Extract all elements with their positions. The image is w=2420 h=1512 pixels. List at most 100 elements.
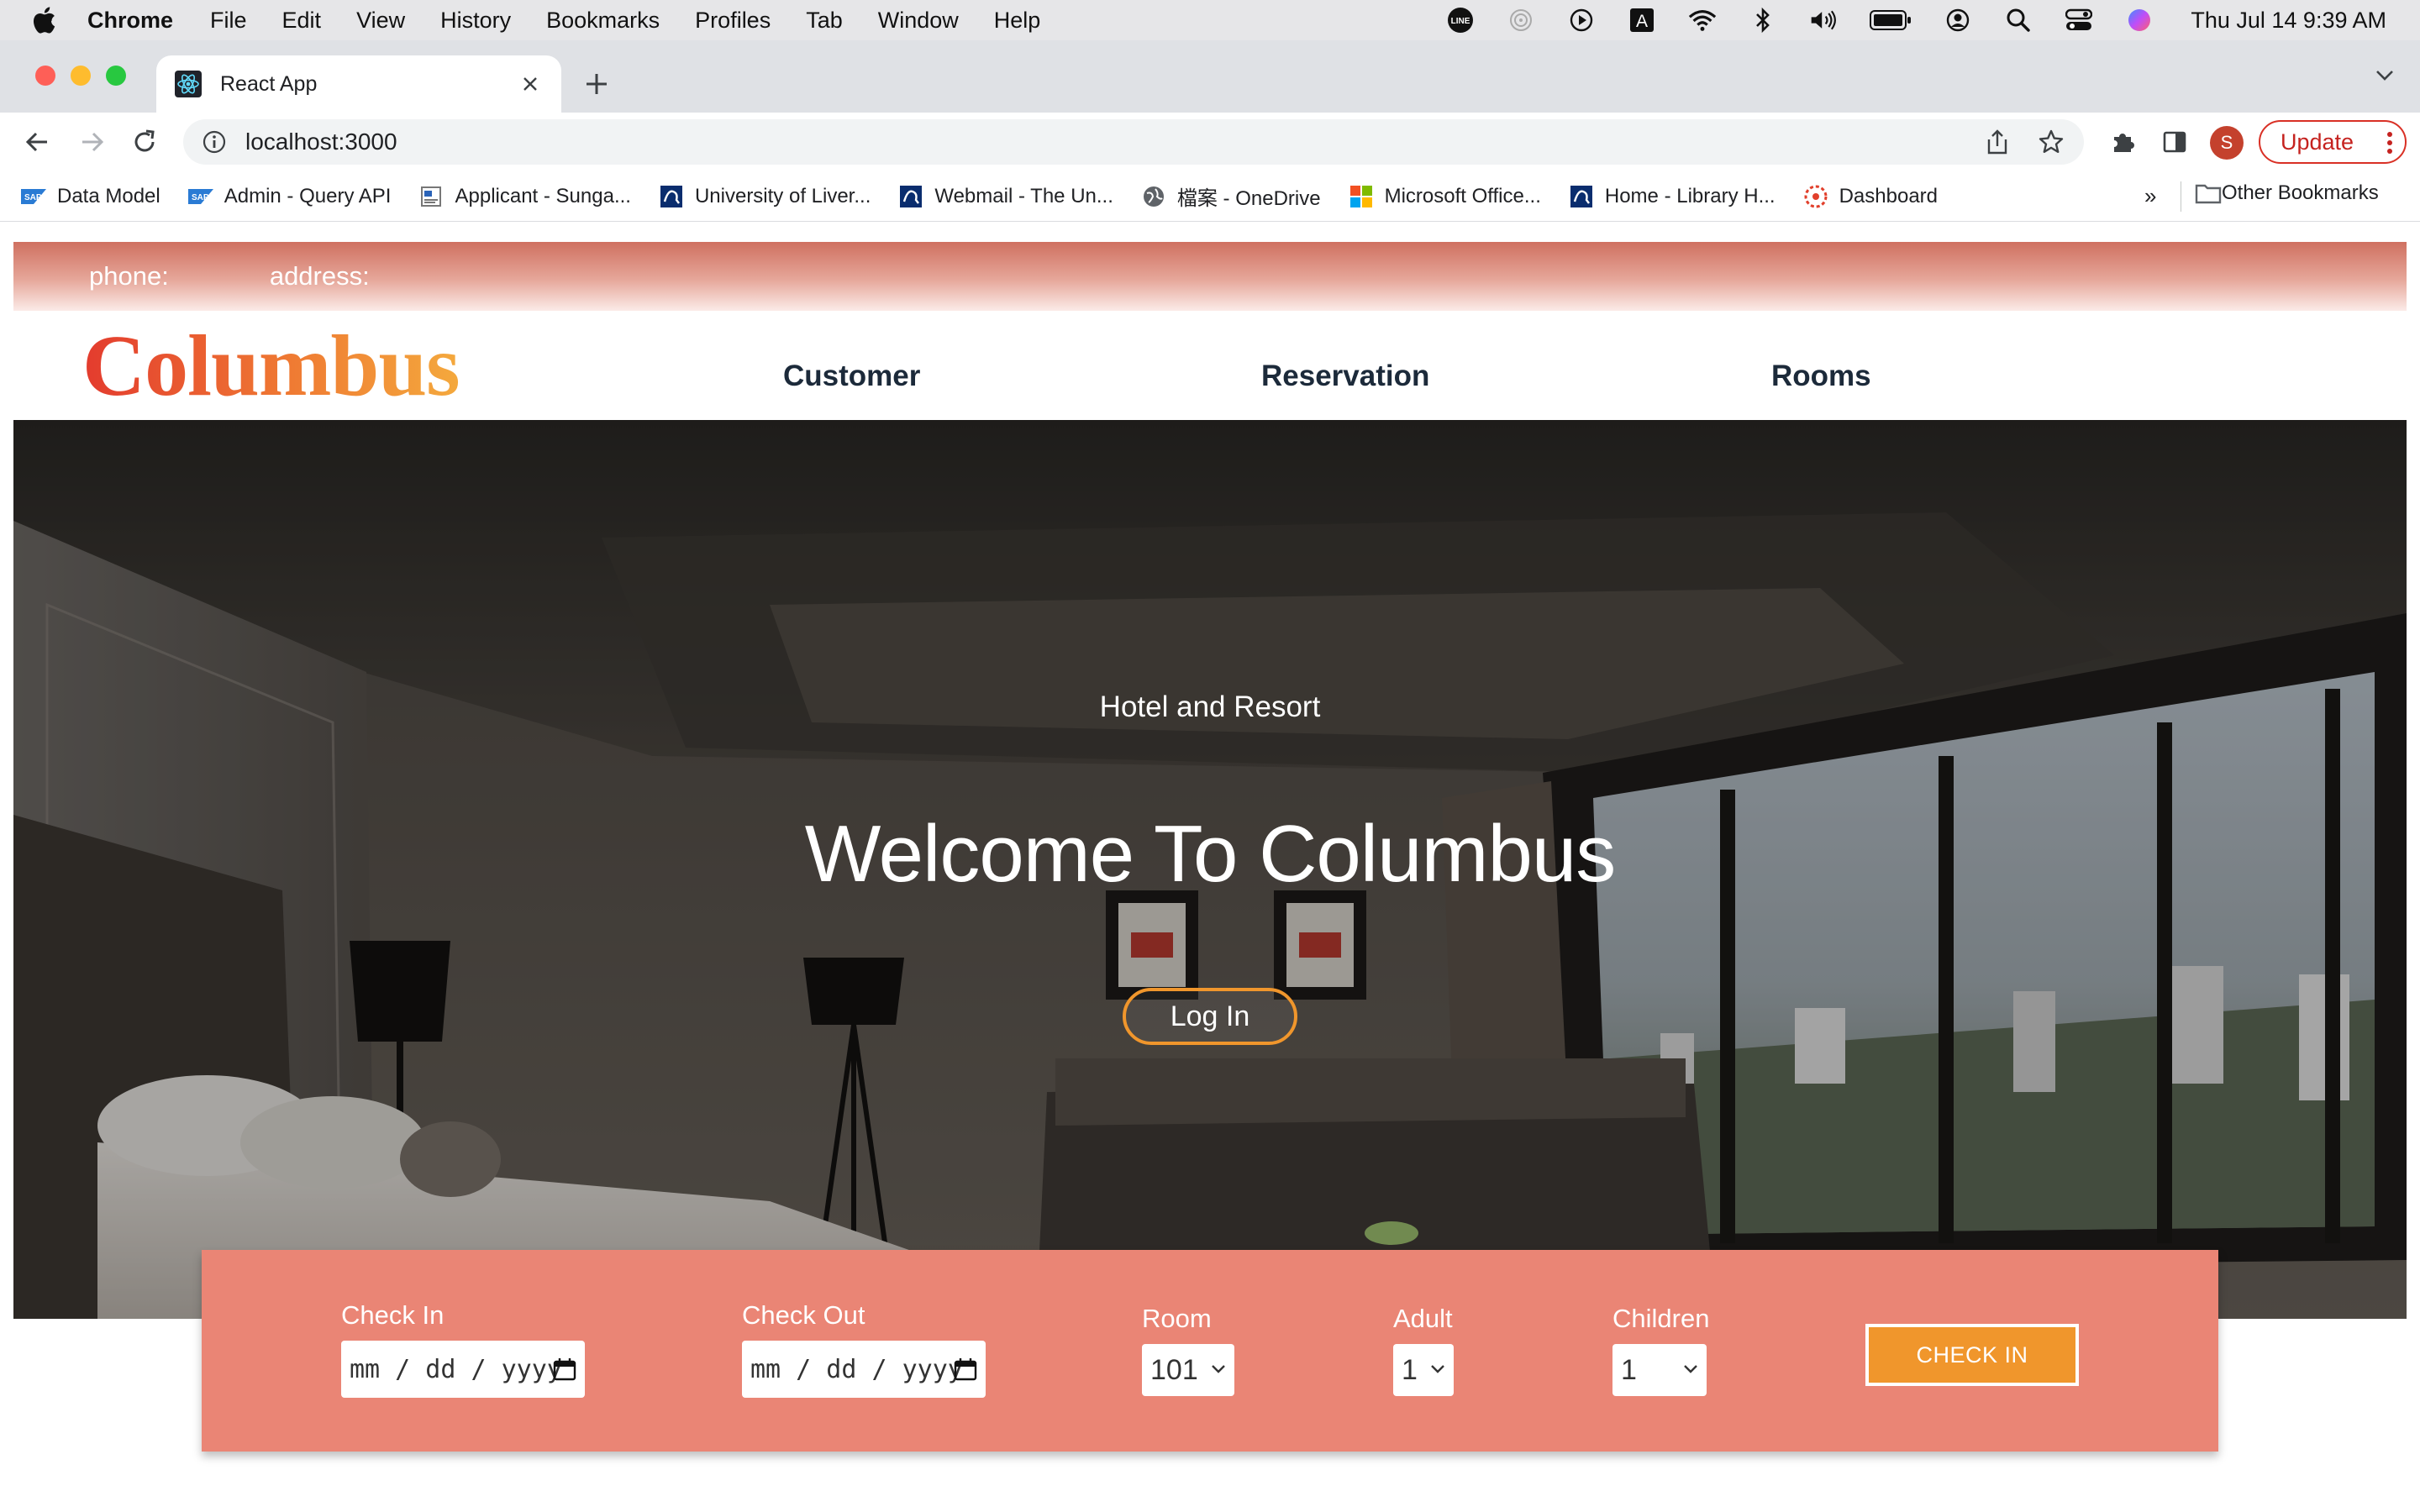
site-logo[interactable]: Columbus xyxy=(82,316,460,416)
bookmark-label: Microsoft Office... xyxy=(1384,184,1541,207)
bookmark-item[interactable]: Home - Library H... xyxy=(1568,185,1776,208)
nav-rooms[interactable]: Rooms xyxy=(1771,360,1871,393)
user-circle-icon[interactable] xyxy=(1944,6,1972,34)
siri-icon[interactable] xyxy=(2125,6,2154,34)
tab-search-chevron-icon[interactable] xyxy=(2375,69,2395,82)
menu-app-name[interactable]: Chrome xyxy=(87,8,173,34)
bookmark-item[interactable]: University of Liver... xyxy=(658,185,871,208)
check-out-date-input[interactable]: mm / dd / yyyy xyxy=(742,1341,986,1398)
bookmark-item[interactable]: SAP Admin - Query API xyxy=(187,185,391,208)
children-value: 1 xyxy=(1621,1353,1637,1386)
bookmark-label: Dashboard xyxy=(1839,184,1939,207)
check-in-date-input[interactable]: mm / dd / yyyy xyxy=(341,1341,585,1398)
menu-bookmarks[interactable]: Bookmarks xyxy=(546,8,660,34)
nav-customer[interactable]: Customer xyxy=(783,360,920,393)
check-out-field: Check Out mm / dd / yyyy xyxy=(742,1300,986,1398)
volume-icon[interactable] xyxy=(1809,6,1838,34)
bookmark-label: Webmail - The Un... xyxy=(934,184,1113,207)
maximize-window-icon[interactable] xyxy=(106,66,126,86)
children-select[interactable]: 1 xyxy=(1612,1344,1707,1396)
bookmark-item[interactable]: SAP Data Model xyxy=(20,185,160,208)
line-icon[interactable]: LINE xyxy=(1446,6,1475,34)
folder-icon xyxy=(2195,182,2222,204)
chevron-down-icon xyxy=(1683,1364,1698,1374)
menu-edit[interactable]: Edit xyxy=(282,8,322,34)
menu-view[interactable]: View xyxy=(356,8,405,34)
wifi-icon[interactable] xyxy=(1688,6,1717,34)
phone-label: phone: xyxy=(89,261,169,291)
window-controls xyxy=(35,66,126,86)
room-select[interactable]: 101 xyxy=(1142,1344,1234,1396)
menubar-clock[interactable]: Thu Jul 14 9:39 AM xyxy=(2191,8,2386,34)
hero-title: Welcome To Columbus xyxy=(804,809,1617,899)
address-bar[interactable]: localhost:3000 xyxy=(183,119,2084,165)
minimize-window-icon[interactable] xyxy=(71,66,91,86)
calendar-icon[interactable] xyxy=(553,1357,576,1381)
bookmark-item[interactable]: 檔案 - OneDrive xyxy=(1140,181,1321,211)
back-arrow-icon[interactable] xyxy=(20,125,54,159)
keyboard-a-icon[interactable]: A xyxy=(1628,6,1656,34)
liverpool-icon xyxy=(897,185,924,208)
page-icon xyxy=(418,185,445,208)
login-button[interactable]: Log In xyxy=(1123,988,1297,1045)
room-field: Room 101 xyxy=(1142,1304,1234,1396)
bookmark-label: Applicant - Sunga... xyxy=(455,184,631,207)
menu-tab[interactable]: Tab xyxy=(806,8,843,34)
browser-toolbar: localhost:3000 S Update xyxy=(0,113,2420,171)
chevron-down-icon xyxy=(1211,1364,1226,1374)
spotlight-search-icon[interactable] xyxy=(2004,6,2033,34)
svg-text:LINE: LINE xyxy=(1451,17,1470,26)
adult-select[interactable]: 1 xyxy=(1393,1344,1454,1396)
extensions-puzzle-icon[interactable] xyxy=(2106,125,2139,159)
url-text[interactable]: localhost:3000 xyxy=(245,129,397,155)
apple-menu-icon[interactable] xyxy=(0,6,87,34)
bookmark-item[interactable]: Webmail - The Un... xyxy=(897,185,1113,208)
share-icon[interactable] xyxy=(1983,128,2012,156)
reload-icon[interactable] xyxy=(128,125,161,159)
page-viewport: phone: address: Columbus Customer Reserv… xyxy=(0,222,2420,1512)
canvas-icon xyxy=(1802,185,1829,208)
browser-tab-active[interactable]: React App xyxy=(156,55,561,113)
tab-title: React App xyxy=(220,71,318,96)
menu-profiles[interactable]: Profiles xyxy=(695,8,771,34)
children-label: Children xyxy=(1612,1304,1710,1333)
fingerprint-icon[interactable] xyxy=(1507,6,1535,34)
update-button[interactable]: Update xyxy=(2259,120,2407,164)
other-bookmarks-button[interactable]: Other Bookmarks xyxy=(2195,181,2379,205)
liverpool-icon xyxy=(658,185,685,208)
nav-reservation[interactable]: Reservation xyxy=(1261,360,1429,393)
bookmark-item[interactable]: Applicant - Sunga... xyxy=(418,184,631,208)
bookmarks-overflow-chevron[interactable]: » xyxy=(2144,183,2156,209)
update-label: Update xyxy=(2281,129,2354,155)
svg-text:SAP: SAP xyxy=(192,193,209,202)
battery-icon[interactable] xyxy=(1870,6,1912,34)
calendar-icon[interactable] xyxy=(954,1357,977,1381)
bluetooth-icon[interactable] xyxy=(1749,6,1777,34)
bookmark-label: University of Liver... xyxy=(694,184,871,207)
check-in-field: Check In mm / dd / yyyy xyxy=(341,1300,585,1398)
sap-icon: SAP xyxy=(20,185,47,208)
control-center-icon[interactable] xyxy=(2065,6,2093,34)
bookmark-star-icon[interactable] xyxy=(2037,128,2065,156)
close-window-icon[interactable] xyxy=(35,66,55,86)
side-panel-icon[interactable] xyxy=(2158,125,2191,159)
liverpool-icon xyxy=(1568,185,1595,208)
menu-help[interactable]: Help xyxy=(994,8,1041,34)
bookmark-item[interactable]: Dashboard xyxy=(1802,185,1938,208)
play-icon[interactable] xyxy=(1567,6,1596,34)
room-value: 101 xyxy=(1150,1353,1198,1386)
close-tab-icon[interactable] xyxy=(518,71,543,97)
adult-label: Adult xyxy=(1393,1304,1453,1333)
new-tab-icon[interactable] xyxy=(580,67,613,101)
site-info-icon[interactable] xyxy=(202,129,227,155)
bookmark-item[interactable]: Microsoft Office... xyxy=(1348,185,1541,208)
forward-arrow-icon[interactable] xyxy=(76,125,109,159)
chevron-down-icon xyxy=(1430,1364,1445,1374)
profile-avatar[interactable]: S xyxy=(2210,126,2244,160)
sap-icon: SAP xyxy=(187,185,214,208)
menu-history[interactable]: History xyxy=(440,8,511,34)
menu-window[interactable]: Window xyxy=(878,8,959,34)
check-in-button[interactable]: CHECK IN xyxy=(1865,1324,2079,1386)
menu-file[interactable]: File xyxy=(210,8,247,34)
children-field: Children 1 xyxy=(1612,1304,1709,1396)
